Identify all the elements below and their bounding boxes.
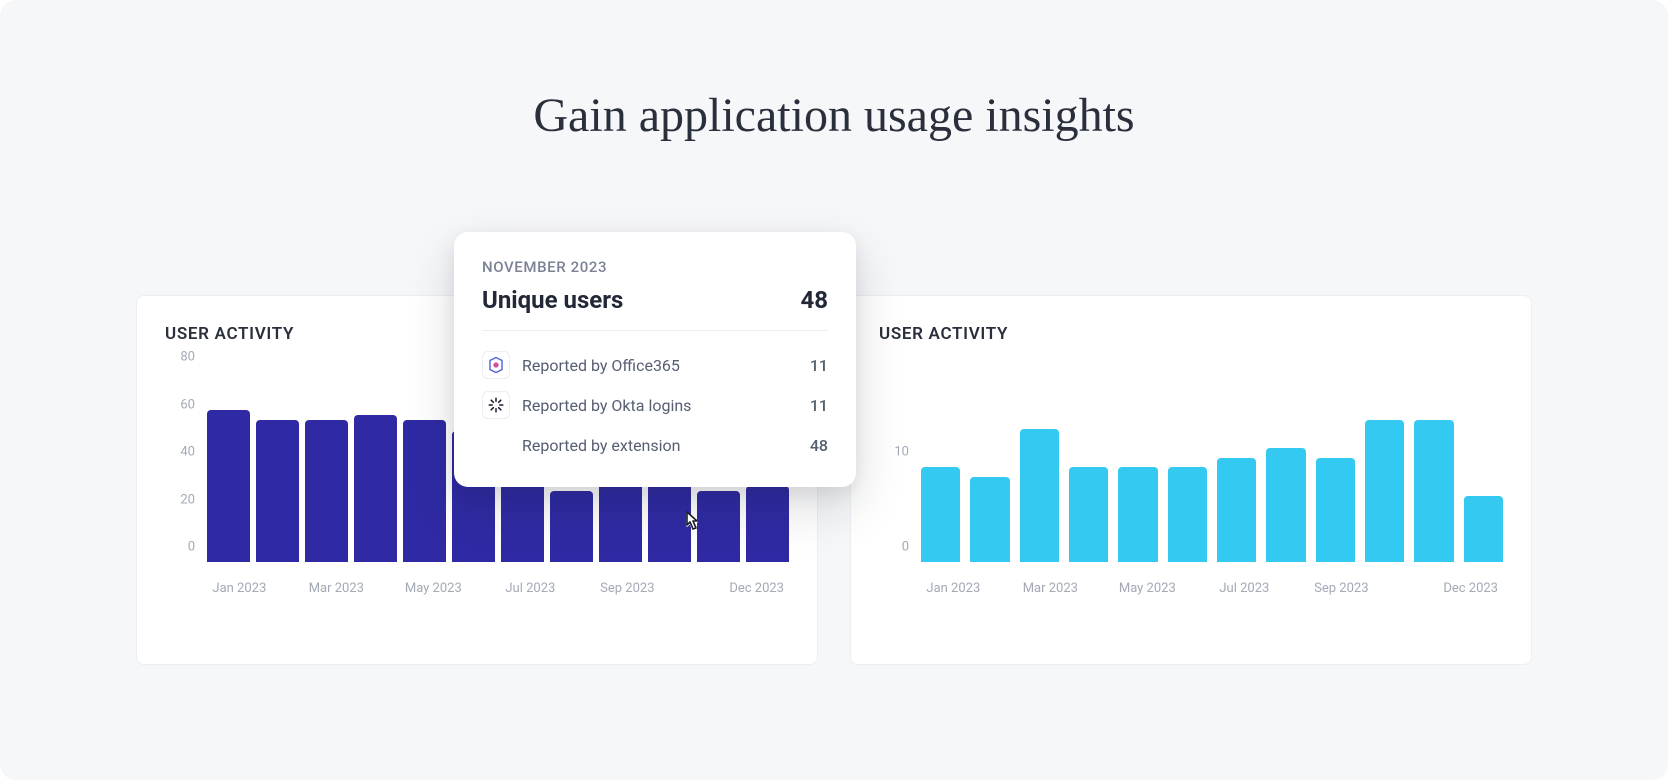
- x-tick: Jul 2023: [1212, 581, 1277, 596]
- bar[interactable]: [207, 410, 250, 562]
- bar[interactable]: [403, 420, 446, 563]
- y-tick: 80: [180, 350, 195, 365]
- y-tick: 10: [894, 445, 909, 460]
- chart-plot: 010 Jan 2023Mar 2023May 2023Jul 2023Sep …: [915, 372, 1503, 592]
- bar[interactable]: [746, 486, 789, 562]
- y-axis: 020406080: [165, 372, 195, 562]
- bar[interactable]: [921, 467, 960, 562]
- y-tick: 0: [902, 540, 909, 555]
- bar[interactable]: [256, 420, 299, 563]
- bar[interactable]: [1464, 496, 1503, 563]
- tooltip-row-label: Reported by Okta logins: [522, 396, 798, 415]
- bar[interactable]: [1414, 420, 1453, 563]
- bar[interactable]: [1168, 467, 1207, 562]
- bar[interactable]: [1365, 420, 1404, 563]
- y-tick: 20: [180, 492, 195, 507]
- bars-area: [921, 372, 1503, 562]
- x-tick: Dec 2023: [724, 581, 789, 596]
- chart-title: USER ACTIVITY: [879, 324, 1503, 344]
- bar[interactable]: [1316, 458, 1355, 563]
- x-tick: Sep 2023: [595, 581, 660, 596]
- tooltip-row-okta: Reported by Okta logins 11: [482, 385, 828, 425]
- bar[interactable]: [550, 491, 593, 562]
- bar[interactable]: [1118, 467, 1157, 562]
- y-axis: 0 10: [879, 372, 909, 562]
- x-tick: May 2023: [1115, 581, 1180, 596]
- x-axis: Jan 2023 Mar 2023 May 2023 Jul 2023 Sep 2023…: [921, 581, 1503, 596]
- x-tick: Mar 2023: [304, 581, 369, 596]
- bar[interactable]: [354, 415, 397, 562]
- tooltip-row-extension: Reported by extension 48: [482, 425, 828, 465]
- tooltip-main-label: Unique users: [482, 286, 623, 314]
- page-headline: Gain application usage insights: [0, 88, 1668, 143]
- bar[interactable]: [305, 420, 348, 563]
- x-tick: Sep 2023: [1309, 581, 1374, 596]
- tooltip-row-label: Reported by Office365: [522, 356, 798, 375]
- y-tick: 0: [188, 540, 195, 555]
- office365-icon: [482, 351, 510, 379]
- x-tick: Jan 2023: [921, 581, 986, 596]
- bar[interactable]: [970, 477, 1009, 563]
- x-tick: Dec 2023: [1438, 581, 1503, 596]
- bar[interactable]: [1266, 448, 1305, 562]
- bar[interactable]: [1217, 458, 1256, 563]
- user-activity-chart-right: USER ACTIVITY 010 Jan 2023Mar 2023May 20…: [850, 295, 1532, 665]
- tooltip-row-value: 11: [810, 356, 828, 375]
- bar[interactable]: [599, 481, 642, 562]
- tooltip-main-row: Unique users 48: [482, 286, 828, 314]
- tooltip-row-label: Reported by extension: [522, 436, 798, 455]
- pointer-cursor-icon: [680, 510, 704, 542]
- tooltip-row-value: 48: [810, 436, 828, 455]
- dashboard-canvas: Gain application usage insights USER ACT…: [0, 0, 1668, 780]
- x-tick: Jan 2023: [207, 581, 272, 596]
- chart-tooltip: NOVEMBER 2023 Unique users 48 Reported b…: [454, 232, 856, 487]
- okta-icon: [482, 391, 510, 419]
- y-tick: 60: [180, 397, 195, 412]
- x-tick: Mar 2023: [1018, 581, 1083, 596]
- bar[interactable]: [1069, 467, 1108, 562]
- x-tick: Jul 2023: [498, 581, 563, 596]
- tooltip-row-value: 11: [810, 396, 828, 415]
- bar[interactable]: [1020, 429, 1059, 562]
- tooltip-row-office365: Reported by Office365 11: [482, 345, 828, 385]
- tooltip-month: NOVEMBER 2023: [482, 258, 828, 276]
- blank-icon: [482, 431, 510, 459]
- tooltip-main-value: 48: [800, 286, 828, 314]
- y-tick: 40: [180, 445, 195, 460]
- tooltip-divider: [482, 330, 828, 331]
- x-tick: May 2023: [401, 581, 466, 596]
- x-axis: Jan 2023 Mar 2023 May 2023 Jul 2023 Sep 2023…: [207, 581, 789, 596]
